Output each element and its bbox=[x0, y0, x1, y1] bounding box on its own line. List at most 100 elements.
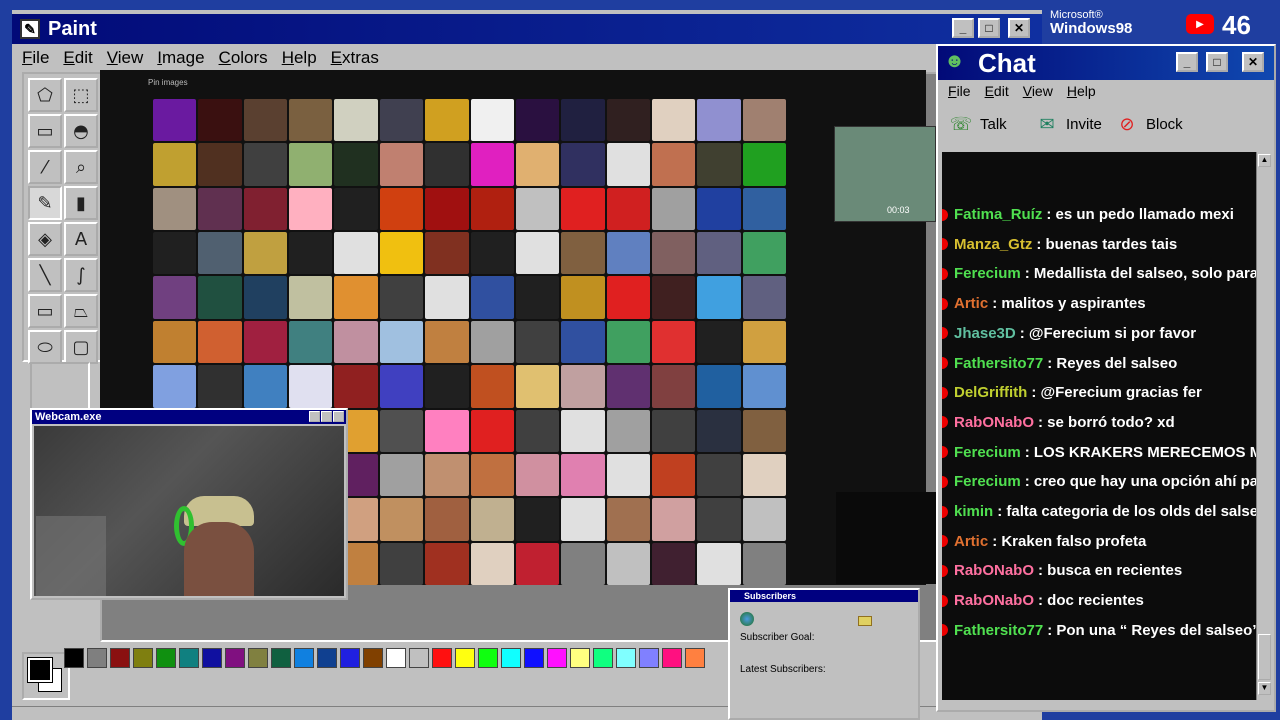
foreground-background-colors[interactable] bbox=[22, 652, 70, 700]
airbrush-icon[interactable]: ◈ bbox=[28, 222, 62, 256]
palette-color-swatch[interactable] bbox=[547, 648, 567, 668]
chat-scrollbar[interactable]: ▲ ▼ bbox=[1256, 152, 1272, 700]
palette-color-swatch[interactable] bbox=[156, 648, 176, 668]
invite-button[interactable]: ✉ Invite bbox=[1034, 112, 1102, 136]
chat-close-button[interactable]: ✕ bbox=[1242, 52, 1264, 72]
color-picker-icon[interactable]: ⁄ bbox=[28, 150, 62, 184]
palette-color-swatch[interactable] bbox=[317, 648, 337, 668]
close-button[interactable]: ✕ bbox=[1008, 18, 1030, 38]
profile-thumbnail bbox=[651, 143, 696, 186]
chat-username[interactable]: RabONabO bbox=[954, 592, 1034, 609]
eraser-icon[interactable]: ▭ bbox=[28, 114, 62, 148]
palette-color-swatch[interactable] bbox=[110, 648, 130, 668]
menu-edit[interactable]: Edit bbox=[63, 48, 92, 68]
video-thumbnail[interactable]: 00:03 bbox=[834, 126, 936, 222]
menu-extras[interactable]: Extras bbox=[331, 48, 379, 68]
profile-thumbnail bbox=[606, 498, 650, 541]
palette-color-swatch[interactable] bbox=[409, 648, 429, 668]
polygon-icon[interactable]: ⏢ bbox=[64, 294, 98, 328]
pencil-icon[interactable]: ✎ bbox=[28, 186, 62, 220]
palette-color-swatch[interactable] bbox=[616, 648, 636, 668]
scroll-up-arrow-icon[interactable]: ▲ bbox=[1258, 154, 1271, 167]
menu-image[interactable]: Image bbox=[157, 48, 204, 68]
windows98-logo: Microsoft® Windows98 bbox=[1050, 8, 1132, 36]
palette-color-swatch[interactable] bbox=[179, 648, 199, 668]
palette-color-swatch[interactable] bbox=[271, 648, 291, 668]
palette-color-swatch[interactable] bbox=[386, 648, 406, 668]
chat-menu-edit[interactable]: Edit bbox=[985, 83, 1009, 99]
palette-color-swatch[interactable] bbox=[133, 648, 153, 668]
chat-username[interactable]: Ferecium bbox=[954, 473, 1021, 490]
profile-thumbnail bbox=[651, 365, 696, 408]
rounded-rect-icon[interactable]: ▢ bbox=[64, 330, 98, 364]
minimize-button[interactable]: _ bbox=[952, 18, 974, 38]
rect-select-icon[interactable]: ⬚ bbox=[64, 78, 98, 112]
chat-username[interactable]: Fathersito77 bbox=[954, 622, 1043, 639]
chat-username[interactable]: Fatima_Ruíz bbox=[954, 206, 1042, 223]
fill-bucket-icon[interactable]: ◓ bbox=[64, 114, 98, 148]
talk-button[interactable]: ☏ Talk bbox=[948, 112, 1007, 136]
palette-color-swatch[interactable] bbox=[662, 648, 682, 668]
palette-color-swatch[interactable] bbox=[87, 648, 107, 668]
palette-color-swatch[interactable] bbox=[432, 648, 452, 668]
palette-color-swatch[interactable] bbox=[202, 648, 222, 668]
chat-username[interactable]: Ferecium bbox=[954, 444, 1021, 461]
chat-username[interactable]: RabONabO bbox=[954, 414, 1034, 431]
palette-color-swatch[interactable] bbox=[593, 648, 613, 668]
palette-color-swatch[interactable] bbox=[225, 648, 245, 668]
palette-color-swatch[interactable] bbox=[455, 648, 475, 668]
line-icon[interactable]: ╲ bbox=[28, 258, 62, 292]
webcam-minimize-button[interactable] bbox=[309, 411, 320, 422]
webcam-maximize-button[interactable] bbox=[321, 411, 332, 422]
chat-username[interactable]: Manza_Gtz bbox=[954, 236, 1032, 253]
chat-minimize-button[interactable]: _ bbox=[1176, 52, 1198, 72]
subscribers-window: Subscribers Subscriber Goal: Latest Subs… bbox=[728, 588, 920, 720]
menu-help[interactable]: Help bbox=[282, 48, 317, 68]
palette-color-swatch[interactable] bbox=[64, 648, 84, 668]
webcam-close-button[interactable] bbox=[333, 411, 344, 422]
palette-color-swatch[interactable] bbox=[294, 648, 314, 668]
chat-menu-help[interactable]: Help bbox=[1067, 83, 1096, 99]
palette-color-swatch[interactable] bbox=[501, 648, 521, 668]
chat-username[interactable]: Jhase3D bbox=[954, 325, 1016, 342]
profile-thumbnail bbox=[198, 232, 242, 275]
chat-maximize-button[interactable]: □ bbox=[1206, 52, 1228, 72]
scroll-thumb[interactable] bbox=[1258, 634, 1271, 680]
magnifier-icon[interactable]: ⌕ bbox=[64, 150, 98, 184]
palette-color-swatch[interactable] bbox=[340, 648, 360, 668]
invite-label: Invite bbox=[1066, 115, 1102, 133]
palette-color-swatch[interactable] bbox=[570, 648, 590, 668]
chat-message-text: : @Ferecium si por favor bbox=[1019, 324, 1197, 342]
chat-username[interactable]: Artic bbox=[954, 295, 988, 312]
menu-file[interactable]: File bbox=[22, 48, 49, 68]
brush-icon[interactable]: ▮ bbox=[64, 186, 98, 220]
maximize-button[interactable]: □ bbox=[978, 18, 1000, 38]
block-button[interactable]: ⊘ Block bbox=[1114, 112, 1182, 136]
text-tool-icon[interactable]: A bbox=[64, 222, 98, 256]
scroll-down-arrow-icon[interactable]: ▼ bbox=[1258, 682, 1271, 695]
chat-username[interactable]: DelGriffith bbox=[954, 384, 1027, 401]
palette-color-swatch[interactable] bbox=[639, 648, 659, 668]
profile-thumbnail bbox=[606, 99, 650, 142]
ellipse-icon[interactable]: ⬭ bbox=[28, 330, 62, 364]
palette-color-swatch[interactable] bbox=[478, 648, 498, 668]
palette-color-swatch[interactable] bbox=[685, 648, 705, 668]
chat-menu-file[interactable]: File bbox=[948, 83, 971, 99]
chat-username[interactable]: RabONabO bbox=[954, 562, 1034, 579]
palette-color-swatch[interactable] bbox=[248, 648, 268, 668]
palette-color-swatch[interactable] bbox=[363, 648, 383, 668]
profile-thumbnail bbox=[153, 232, 197, 275]
rectangle-icon[interactable]: ▭ bbox=[28, 294, 62, 328]
chat-username[interactable]: Fathersito77 bbox=[954, 355, 1043, 372]
chat-username[interactable]: Artic bbox=[954, 533, 988, 550]
menu-colors[interactable]: Colors bbox=[219, 48, 268, 68]
chat-username[interactable]: Ferecium bbox=[954, 265, 1021, 282]
free-select-icon[interactable]: ⬠ bbox=[28, 78, 62, 112]
palette-color-swatch[interactable] bbox=[524, 648, 544, 668]
chat-username[interactable]: kimin bbox=[954, 503, 993, 520]
profile-thumbnail bbox=[606, 320, 650, 364]
chat-menu-view[interactable]: View bbox=[1023, 83, 1053, 99]
curve-icon[interactable]: ∫ bbox=[64, 258, 98, 292]
folder-icon[interactable] bbox=[858, 616, 872, 626]
menu-view[interactable]: View bbox=[107, 48, 144, 68]
